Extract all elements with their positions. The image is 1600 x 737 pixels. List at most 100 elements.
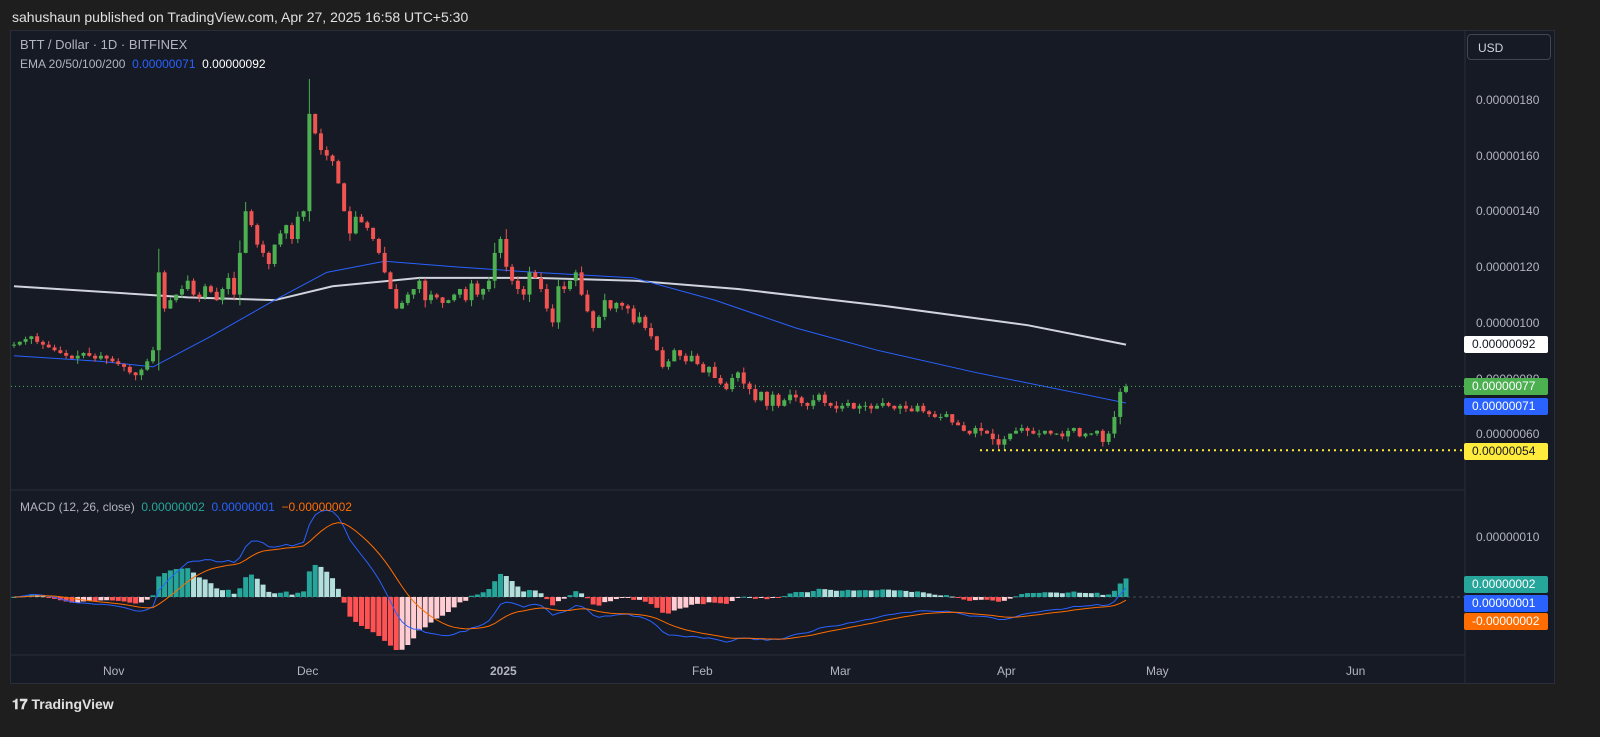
macd-legend[interactable]: MACD (12, 26, close) 0.00000002 0.000000… [20, 500, 352, 514]
macd-histogram-bar [851, 590, 857, 597]
time-label: Mar [830, 664, 851, 678]
candle-body [429, 294, 433, 301]
macd-histogram-bar [752, 597, 758, 599]
macd-histogram-bar [903, 590, 909, 597]
candle-body [40, 341, 45, 345]
macd-histogram-bar [167, 570, 173, 597]
macd-histogram-bar [967, 597, 973, 601]
macd-histogram-bar [961, 597, 967, 600]
candle-body [278, 233, 283, 245]
candle-body [1013, 430, 1018, 434]
candle-body [486, 280, 491, 290]
candle-body [579, 272, 584, 295]
price-axis-label: 0.00000140 [1476, 204, 1540, 219]
macd-histogram-bar [1071, 591, 1077, 597]
macd-histogram-bar [544, 597, 550, 600]
macd-histogram-bar [115, 597, 121, 601]
macd-histogram-bar [1094, 592, 1100, 597]
macd-histogram-bar [301, 591, 307, 597]
candle-body [550, 308, 555, 323]
candle-body [909, 408, 914, 412]
candle-body [336, 161, 341, 184]
candle-body [151, 350, 155, 362]
candle-body [104, 355, 109, 359]
macd-histogram-bar [1111, 590, 1117, 597]
macd-histogram-bar [665, 597, 671, 614]
candle-body [400, 302, 405, 309]
candle-body [562, 286, 567, 290]
candle-body [678, 350, 683, 356]
candle-body [417, 280, 422, 290]
ema-label: EMA 20/50/100/200 [20, 57, 126, 71]
macd-histogram-bar [642, 597, 648, 602]
macd-histogram-bar [1106, 594, 1112, 597]
candle-body [69, 355, 74, 359]
macd-histogram-bar [1059, 593, 1065, 597]
macd-histogram-bar [532, 590, 538, 597]
currency-button[interactable]: USD [1467, 34, 1551, 60]
candle-body [1089, 433, 1094, 435]
candle-body [46, 344, 51, 348]
candle-body [93, 355, 98, 359]
macd-histogram-bar [480, 592, 486, 597]
macd-histogram-bar [81, 597, 86, 602]
candle-body [232, 277, 237, 295]
macd-histogram-bar [839, 590, 845, 597]
candle-body [434, 294, 439, 298]
candle-body [475, 283, 480, 295]
macd-histogram-bar [700, 597, 706, 605]
macd-histogram-bar [133, 597, 139, 604]
candle-body [544, 289, 549, 309]
ema-legend[interactable]: EMA 20/50/100/200 0.00000071 0.00000092 [20, 57, 266, 71]
candle-body [944, 414, 949, 417]
candle-body [1048, 430, 1053, 434]
macd-label: MACD (12, 26, close) [20, 500, 135, 514]
candle-body [643, 316, 648, 328]
symbol-title[interactable]: BTT / Dollar · 1D · BITFINEX [20, 37, 187, 52]
macd-histogram-bar [990, 597, 996, 601]
macd-histogram-bar [521, 591, 527, 597]
macd-histogram-bar [451, 597, 457, 608]
macd-histogram-bar [98, 597, 104, 601]
macd-histogram-bar [920, 592, 926, 597]
candle-body [191, 280, 196, 295]
macd-histogram-bar [729, 597, 735, 602]
candle-body [1037, 433, 1042, 435]
candle-body [828, 403, 833, 406]
candle-body [846, 403, 850, 406]
candle-body [533, 272, 538, 278]
macd-histogram-bar [689, 597, 695, 605]
macd-histogram-bar [92, 597, 98, 602]
candle-body [498, 239, 503, 253]
candle-body [689, 355, 694, 362]
candle-body [139, 369, 144, 376]
macd-histogram-bar [503, 576, 509, 597]
macd-histogram-bar [770, 597, 776, 598]
candle-body [52, 347, 57, 351]
candle-body [985, 430, 989, 434]
candle-body [446, 300, 451, 303]
macd-histogram-bar [40, 596, 46, 598]
macd-histogram-bar [306, 571, 312, 597]
candle-body [967, 430, 972, 434]
time-label: Nov [103, 664, 125, 678]
macd-line-value: 0.00000001 [211, 500, 275, 514]
candle-body [793, 394, 798, 398]
macd-hist-value: 0.00000002 [141, 500, 205, 514]
macd-histogram-bar [613, 597, 619, 600]
macd-histogram-bar [341, 597, 347, 603]
macd-histogram-bar [1007, 597, 1013, 599]
tradingview-logo[interactable]: 𝟏𝟕 TradingView [12, 696, 114, 713]
candle-body [122, 364, 127, 367]
macd-signal-value: −0.00000002 [281, 500, 352, 514]
last-price-tag: 0.00000077 [1464, 378, 1548, 395]
candle-body [388, 272, 393, 290]
candle-body [1077, 428, 1082, 437]
candle-body [915, 405, 920, 412]
chart-canvas[interactable] [0, 0, 1600, 737]
candle-body [220, 289, 225, 301]
candle-body [17, 341, 22, 345]
macd-histogram-bar [1100, 594, 1106, 597]
macd-histogram-bar [526, 590, 532, 597]
candle-body [353, 216, 358, 234]
